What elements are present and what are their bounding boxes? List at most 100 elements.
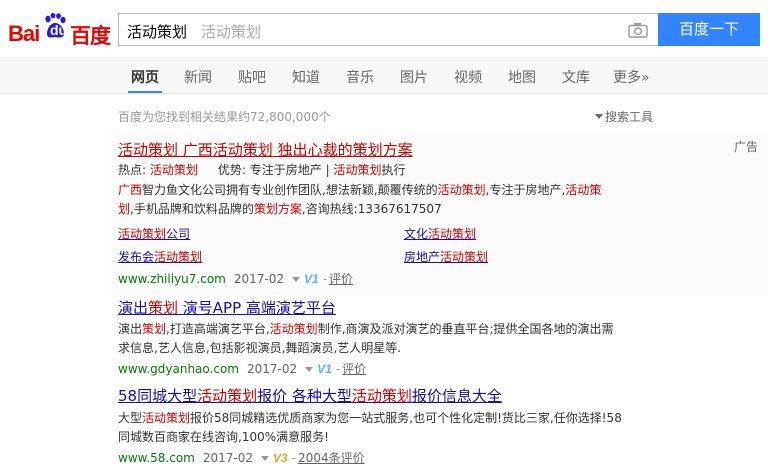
separator: - xyxy=(335,362,341,376)
desc-text: 制作,商演及派对演艺的垂直平台;提供全国各地的演出需 xyxy=(317,322,614,336)
search-suggestion-text: 活动策划 xyxy=(201,23,262,41)
result-url-line: www.gdyanhao.com 2017-02 V1- 评价 xyxy=(118,360,366,377)
trust-badge-icon[interactable]: V1 xyxy=(317,362,332,376)
search-query-text: 活动策划 xyxy=(127,23,188,41)
sublink-keyword: 活动策划 xyxy=(428,227,477,241)
trust-badge-icon[interactable]: V1 xyxy=(304,272,319,286)
desc-text: 智力鱼文化公司拥有专业创作团队,想法新颖,颠覆传统的 xyxy=(142,183,438,197)
desc-text: ,专注于房地产, xyxy=(485,183,566,197)
title-part: 广西 xyxy=(178,141,213,159)
result-description: 划,手机品牌和饮料品牌的策划方案,咨询热线:13367617507 xyxy=(118,200,442,218)
title-part: 活动策划 xyxy=(118,141,179,159)
result-date: 2017-02 xyxy=(246,362,298,376)
result-url[interactable]: www.gdyanhao.com xyxy=(118,362,239,376)
sublink[interactable]: 活动策划公司 xyxy=(118,225,190,242)
result-url[interactable]: www.58.com xyxy=(118,451,195,465)
title-part: 演号APP 高端演艺平台 xyxy=(178,299,336,317)
desc-text: 大型 xyxy=(118,411,143,425)
adv-label: 优势: xyxy=(217,163,246,177)
desc-keyword: 活动策划 xyxy=(269,322,318,336)
result-url[interactable]: www.zhiliyu7.com xyxy=(118,272,226,286)
title-part: 58同城大型 xyxy=(118,387,198,405)
desc-keyword: 活动策划 xyxy=(142,411,191,425)
chevron-down-icon[interactable] xyxy=(292,277,300,282)
hot-label: 热点: xyxy=(118,163,147,177)
tab-news[interactable]: 新闻 xyxy=(184,67,212,87)
result-title[interactable]: 58同城大型活动策划报价 各种大型活动策划报价信息大全 xyxy=(118,385,502,406)
title-part: 报价 各种大型 xyxy=(257,387,352,405)
result-title[interactable]: 活动策划 广西活动策划 独出心裁的策划方案 xyxy=(118,139,413,160)
desc-keyword: 划 xyxy=(118,202,131,216)
logo-text-du: du xyxy=(50,22,68,38)
sublink-keyword: 活动策划 xyxy=(440,250,489,264)
sublink-keyword: 活动策划 xyxy=(154,250,203,264)
ad-label: 广告 xyxy=(734,140,759,154)
search-tools-button[interactable]: 搜索工具 xyxy=(595,108,653,125)
sublink-keyword: 活动策划 xyxy=(118,227,167,241)
sublink[interactable]: 文化活动策划 xyxy=(404,225,476,242)
sublink-text: 文化 xyxy=(404,227,429,241)
search-tools-label: 搜索工具 xyxy=(605,110,654,124)
tab-wenku[interactable]: 文库 xyxy=(562,67,590,87)
title-keyword: 活动策划 xyxy=(197,387,258,405)
trust-badge-icon[interactable]: V3 xyxy=(273,451,288,465)
separator: - xyxy=(322,272,328,286)
logo-text-cn: 百度 xyxy=(70,24,111,48)
result-description: 同城数百商家在线咨询,100%满意服务! xyxy=(118,430,329,444)
result-description: 广西智力鱼文化公司拥有专业创作团队,想法新颖,颠覆传统的活动策划,专注于房地产,… xyxy=(118,181,601,199)
tab-images[interactable]: 图片 xyxy=(400,67,428,87)
hot-value: 活动策划 xyxy=(149,163,198,177)
result-url-line: www.58.com 2017-02 V3-2004条评价 xyxy=(118,449,365,466)
title-part: 活动策划 xyxy=(212,141,273,159)
title-part: 报价信息大全 xyxy=(411,387,502,405)
chevron-down-icon[interactable] xyxy=(305,367,314,372)
desc-text: 演出 xyxy=(118,322,143,336)
result-description: 大型活动策划报价58同城精选优质商家为您一站式服务,也可个性化定制!货比三家,任… xyxy=(118,409,622,427)
search-button[interactable]: 百度一下 xyxy=(658,13,760,46)
title-keyword: 策划 xyxy=(148,299,179,317)
tab-zhidao[interactable]: 知道 xyxy=(292,67,320,87)
camera-icon[interactable] xyxy=(628,22,648,38)
result-description: 演出策划,打造高端演艺平台,活动策划制作,商演及派对演艺的垂直平台;提供全国各地… xyxy=(118,320,614,338)
adv-bar: | xyxy=(321,163,334,177)
separator: - xyxy=(291,451,297,465)
logo-text-bai: Bai xyxy=(8,21,40,46)
sublink-text: 房地产 xyxy=(404,250,441,264)
desc-keyword: 策划方案 xyxy=(253,202,302,216)
desc-keyword: 活动策划 xyxy=(437,183,486,197)
baidu-logo[interactable]: Bai du 百度 xyxy=(8,9,112,49)
desc-keyword: 活动策 xyxy=(565,183,602,197)
title-keyword: 活动策划 xyxy=(351,387,412,405)
sublink[interactable]: 发布会活动策划 xyxy=(118,248,202,265)
result-date: 2017-02 xyxy=(233,272,284,286)
desc-text: ,手机品牌和饮料品牌的 xyxy=(130,202,254,216)
desc-keyword: 广西 xyxy=(118,183,143,197)
tab-map[interactable]: 地图 xyxy=(508,67,536,87)
tab-video[interactable]: 视频 xyxy=(454,67,482,87)
title-part: 演出 xyxy=(118,299,149,317)
desc-keyword: 策划 xyxy=(142,322,167,336)
result-date: 2017-02 xyxy=(202,451,254,465)
tab-web[interactable]: 网页 xyxy=(128,67,162,93)
adv-keyword: 活动策划 xyxy=(333,163,382,177)
tab-tieba[interactable]: 贴吧 xyxy=(238,67,266,87)
tab-more[interactable]: 更多» xyxy=(613,67,650,87)
result-hotline: 热点: 活动策划 优势: 专注于房地产 | 活动策划执行 xyxy=(118,161,405,179)
desc-text: ,打造高端演艺平台, xyxy=(166,322,270,336)
search-input[interactable]: 活动策划 活动策划 xyxy=(118,13,658,46)
tab-music[interactable]: 音乐 xyxy=(346,67,374,87)
result-count: 百度为您找到相关结果约72,800,000个 xyxy=(118,110,331,124)
result-title[interactable]: 演出策划 演号APP 高端演艺平台 xyxy=(118,297,336,318)
result-description: 求信息,艺人信息,包括影视演员,舞蹈演员,艺人明星等. xyxy=(118,341,402,355)
nav-tabs: 网页 新闻 贴吧 知道 音乐 图片 视频 地图 文库 更多» xyxy=(0,57,768,94)
adv-value: 专注于房地产 xyxy=(249,163,322,177)
sublink[interactable]: 房地产活动策划 xyxy=(404,248,488,265)
title-part: 独出心裁的 xyxy=(272,141,353,159)
desc-text: ,咨询热线:13367617507 xyxy=(301,202,442,216)
funnel-icon xyxy=(595,114,603,119)
evaluation-link[interactable]: 评价 xyxy=(329,272,353,286)
evaluation-link[interactable]: 2004条评价 xyxy=(298,451,365,465)
evaluation-link[interactable]: 评价 xyxy=(342,362,366,376)
adv-tail: 执行 xyxy=(381,163,406,177)
chevron-down-icon[interactable] xyxy=(261,456,270,461)
